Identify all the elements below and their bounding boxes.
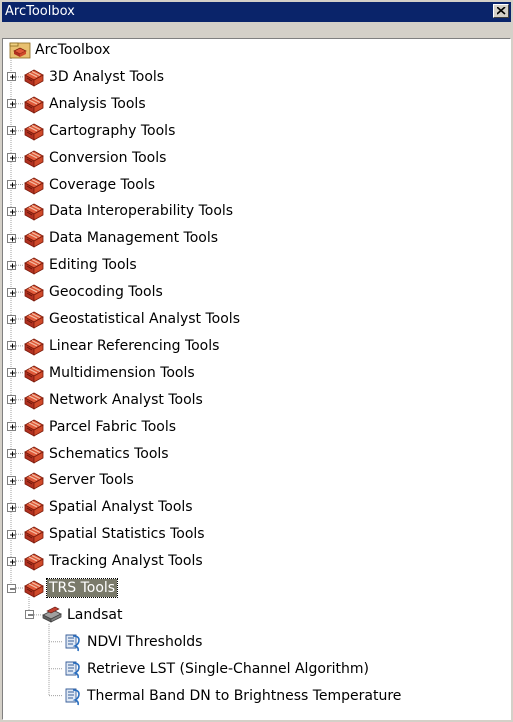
expander-conversion-tools[interactable]: [6, 153, 16, 163]
toolbox-coverage-tools[interactable]: Coverage Tools: [47, 176, 157, 194]
red-toolbox-icon: [23, 94, 45, 114]
red-toolbox-icon: [23, 201, 45, 222]
arctoolbox-window: ArcToolbox ArcToolbox 3D Analyst Tools Ana…: [0, 0, 513, 722]
toolbox-spatial-statistics-tools[interactable]: Spatial Statistics Tools: [47, 525, 207, 543]
red-toolbox-icon: [23, 336, 45, 356]
toolbox-schematics-tools[interactable]: Schematics Tools: [47, 445, 171, 463]
expander-multidimension-tools[interactable]: [6, 368, 16, 378]
toolbox-tree[interactable]: ArcToolbox 3D Analyst Tools Analysis Tools…: [2, 38, 511, 720]
toolbox-multidimension-tools[interactable]: Multidimension Tools: [47, 364, 197, 382]
expander-linear-referencing-tools[interactable]: [6, 341, 16, 351]
toolbox-analysis-tools[interactable]: Analysis Tools: [47, 95, 148, 113]
toolbox-data-interoperability-tools[interactable]: Data Interoperability Tools: [47, 202, 235, 220]
toolbox-3d-analyst-tools[interactable]: 3D Analyst Tools: [47, 68, 166, 86]
red-toolbox-icon: [23, 390, 45, 410]
script-retrieve-lst-single-channel-algorithm-[interactable]: Retrieve LST (Single-Channel Algorithm): [85, 660, 371, 678]
toolbox-server-tools[interactable]: Server Tools: [47, 471, 136, 489]
toolset-landsat[interactable]: Landsat: [65, 606, 125, 624]
toolbox-editing-tools[interactable]: Editing Tools: [47, 256, 139, 274]
red-toolbox-icon: [23, 551, 45, 571]
red-toolbox-icon: [23, 444, 45, 464]
expander-tracking-analyst-tools[interactable]: [6, 556, 16, 566]
close-icon: [497, 7, 506, 15]
toolbox-tracking-analyst-tools[interactable]: Tracking Analyst Tools: [47, 552, 205, 570]
expander-spatial-statistics-tools[interactable]: [6, 529, 16, 539]
toolbox-conversion-tools[interactable]: Conversion Tools: [47, 149, 168, 167]
script-ndvi-thresholds[interactable]: NDVI Thresholds: [85, 633, 204, 651]
toolbox-linear-referencing-tools[interactable]: Linear Referencing Tools: [47, 337, 221, 355]
script-thermal-band-dn-to-brightness-temperature[interactable]: Thermal Band DN to Brightness Temperatur…: [85, 687, 403, 705]
red-toolbox-icon: [23, 228, 45, 248]
red-toolbox-icon: [23, 470, 45, 491]
red-toolbox-icon: [23, 67, 45, 87]
toolbox-geostatistical-analyst-tools[interactable]: Geostatistical Analyst Tools: [47, 310, 242, 328]
red-toolbox-icon: [23, 282, 45, 302]
red-toolbox-icon: [23, 363, 45, 383]
toolset-icon: [41, 605, 63, 625]
expander-server-tools[interactable]: [6, 475, 16, 485]
title-bar[interactable]: ArcToolbox: [2, 2, 511, 22]
close-button[interactable]: [493, 4, 509, 18]
toolbox-parcel-fabric-tools[interactable]: Parcel Fabric Tools: [47, 418, 178, 436]
expander-data-interoperability-tools[interactable]: [6, 206, 16, 216]
toolbox-data-management-tools[interactable]: Data Management Tools: [47, 229, 220, 247]
red-toolbox-icon: [23, 255, 45, 275]
expander-editing-tools[interactable]: [6, 260, 16, 270]
window-title: ArcToolbox: [5, 4, 75, 19]
toolbox-cartography-tools[interactable]: Cartography Tools: [47, 122, 177, 140]
red-toolbox-icon: [23, 148, 45, 168]
expander-analysis-tools[interactable]: [6, 99, 16, 109]
script-icon: [61, 659, 83, 679]
expander-spatial-analyst-tools[interactable]: [6, 502, 16, 512]
red-toolbox-icon: [23, 578, 45, 598]
red-toolbox-icon: [23, 309, 45, 329]
red-toolbox-icon: [23, 121, 45, 141]
red-toolbox-icon: [23, 497, 45, 517]
toolbox-geocoding-tools[interactable]: Geocoding Tools: [47, 283, 165, 301]
toolbox-folder-icon: [9, 40, 31, 60]
script-icon: [61, 632, 83, 652]
expander-parcel-fabric-tools[interactable]: [6, 422, 16, 432]
expander-geocoding-tools[interactable]: [6, 287, 16, 297]
script-icon: [61, 686, 83, 706]
toolbox-network-analyst-tools[interactable]: Network Analyst Tools: [47, 391, 205, 409]
expander-coverage-tools[interactable]: [6, 180, 16, 189]
tree-root-label[interactable]: ArcToolbox: [33, 41, 112, 59]
expander-landsat[interactable]: [24, 610, 34, 620]
toolbox-spatial-analyst-tools[interactable]: Spatial Analyst Tools: [47, 498, 195, 516]
expander-trs-tools[interactable]: [6, 583, 16, 593]
red-toolbox-icon: [23, 524, 45, 544]
expander-geostatistical-analyst-tools[interactable]: [6, 314, 16, 324]
expander-cartography-tools[interactable]: [6, 126, 16, 136]
expander-schematics-tools[interactable]: [6, 449, 16, 458]
red-toolbox-icon: [23, 417, 45, 437]
toolbox-trs-tools[interactable]: TRS Tools: [45, 578, 119, 598]
expander-3d-analyst-tools[interactable]: [6, 72, 16, 82]
expander-data-management-tools[interactable]: [6, 233, 16, 243]
red-toolbox-icon: [23, 175, 45, 195]
expander-network-analyst-tools[interactable]: [6, 395, 16, 405]
